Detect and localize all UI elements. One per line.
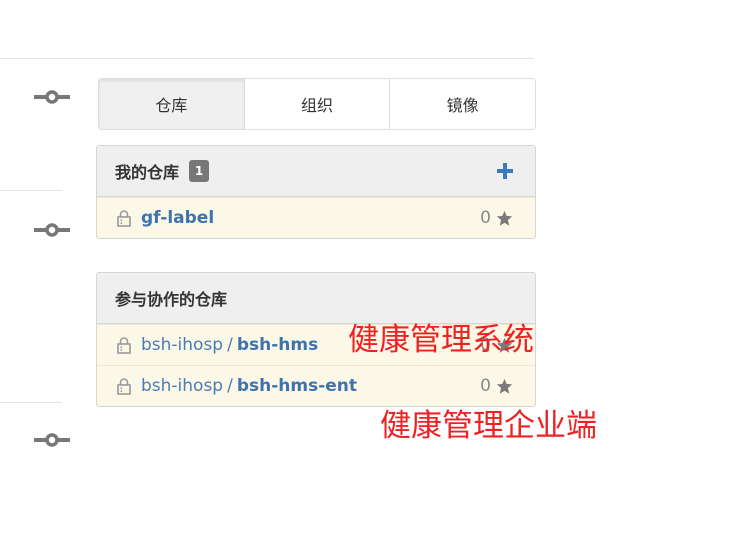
my-repos-header: 我的仓库 1 [97,146,535,197]
top-divider [0,58,534,59]
star-icon [496,378,513,394]
star-count-value: 0 [480,376,491,396]
repo-link-bsh-hms-ent[interactable]: bsh-ihosp / bsh-hms-ent [141,376,357,396]
repo-row[interactable]: gf-label 0 [97,197,535,238]
lock-icon [117,337,131,354]
repo-link-gf-label[interactable]: gf-label [141,208,214,228]
tab-mirrors[interactable]: 镜像 [390,79,535,129]
star-count-value: 0 [480,208,491,228]
star-icon [496,210,513,226]
lock-icon [117,378,131,395]
repo-link-bsh-hms[interactable]: bsh-ihosp / bsh-hms [141,335,318,355]
tab-repositories[interactable]: 仓库 [99,79,245,129]
annotation-text: 健康管理系统 [348,322,534,358]
repo-tabs: 仓库 组织 镜像 [98,78,536,130]
collab-repos-title: 参与协作的仓库 [115,290,228,309]
lock-icon [117,210,131,227]
commit-icon [34,433,70,447]
repo-name: bsh-hms-ent [236,376,358,396]
commit-icon [34,90,70,104]
annotation-text: 健康管理企业端 [380,408,597,444]
my-repos-title: 我的仓库 [115,163,180,182]
timeline-divider [0,190,62,191]
my-repos-panel: 我的仓库 1 gf-label 0 [96,145,536,239]
star-count: 0 [480,376,513,396]
repo-owner: bsh-ihosp [141,335,224,355]
repo-separator: / [227,376,233,396]
timeline-divider [0,402,62,403]
repo-name: gf-label [141,208,215,228]
repo-count-badge: 1 [189,160,210,182]
repo-separator: / [227,335,233,355]
tab-organizations[interactable]: 组织 [245,79,391,129]
repo-name: bsh-hms [236,335,319,355]
star-count: 0 [480,208,513,228]
repo-owner: bsh-ihosp [141,376,224,396]
commit-icon [34,223,70,237]
add-repo-button[interactable] [495,161,515,181]
